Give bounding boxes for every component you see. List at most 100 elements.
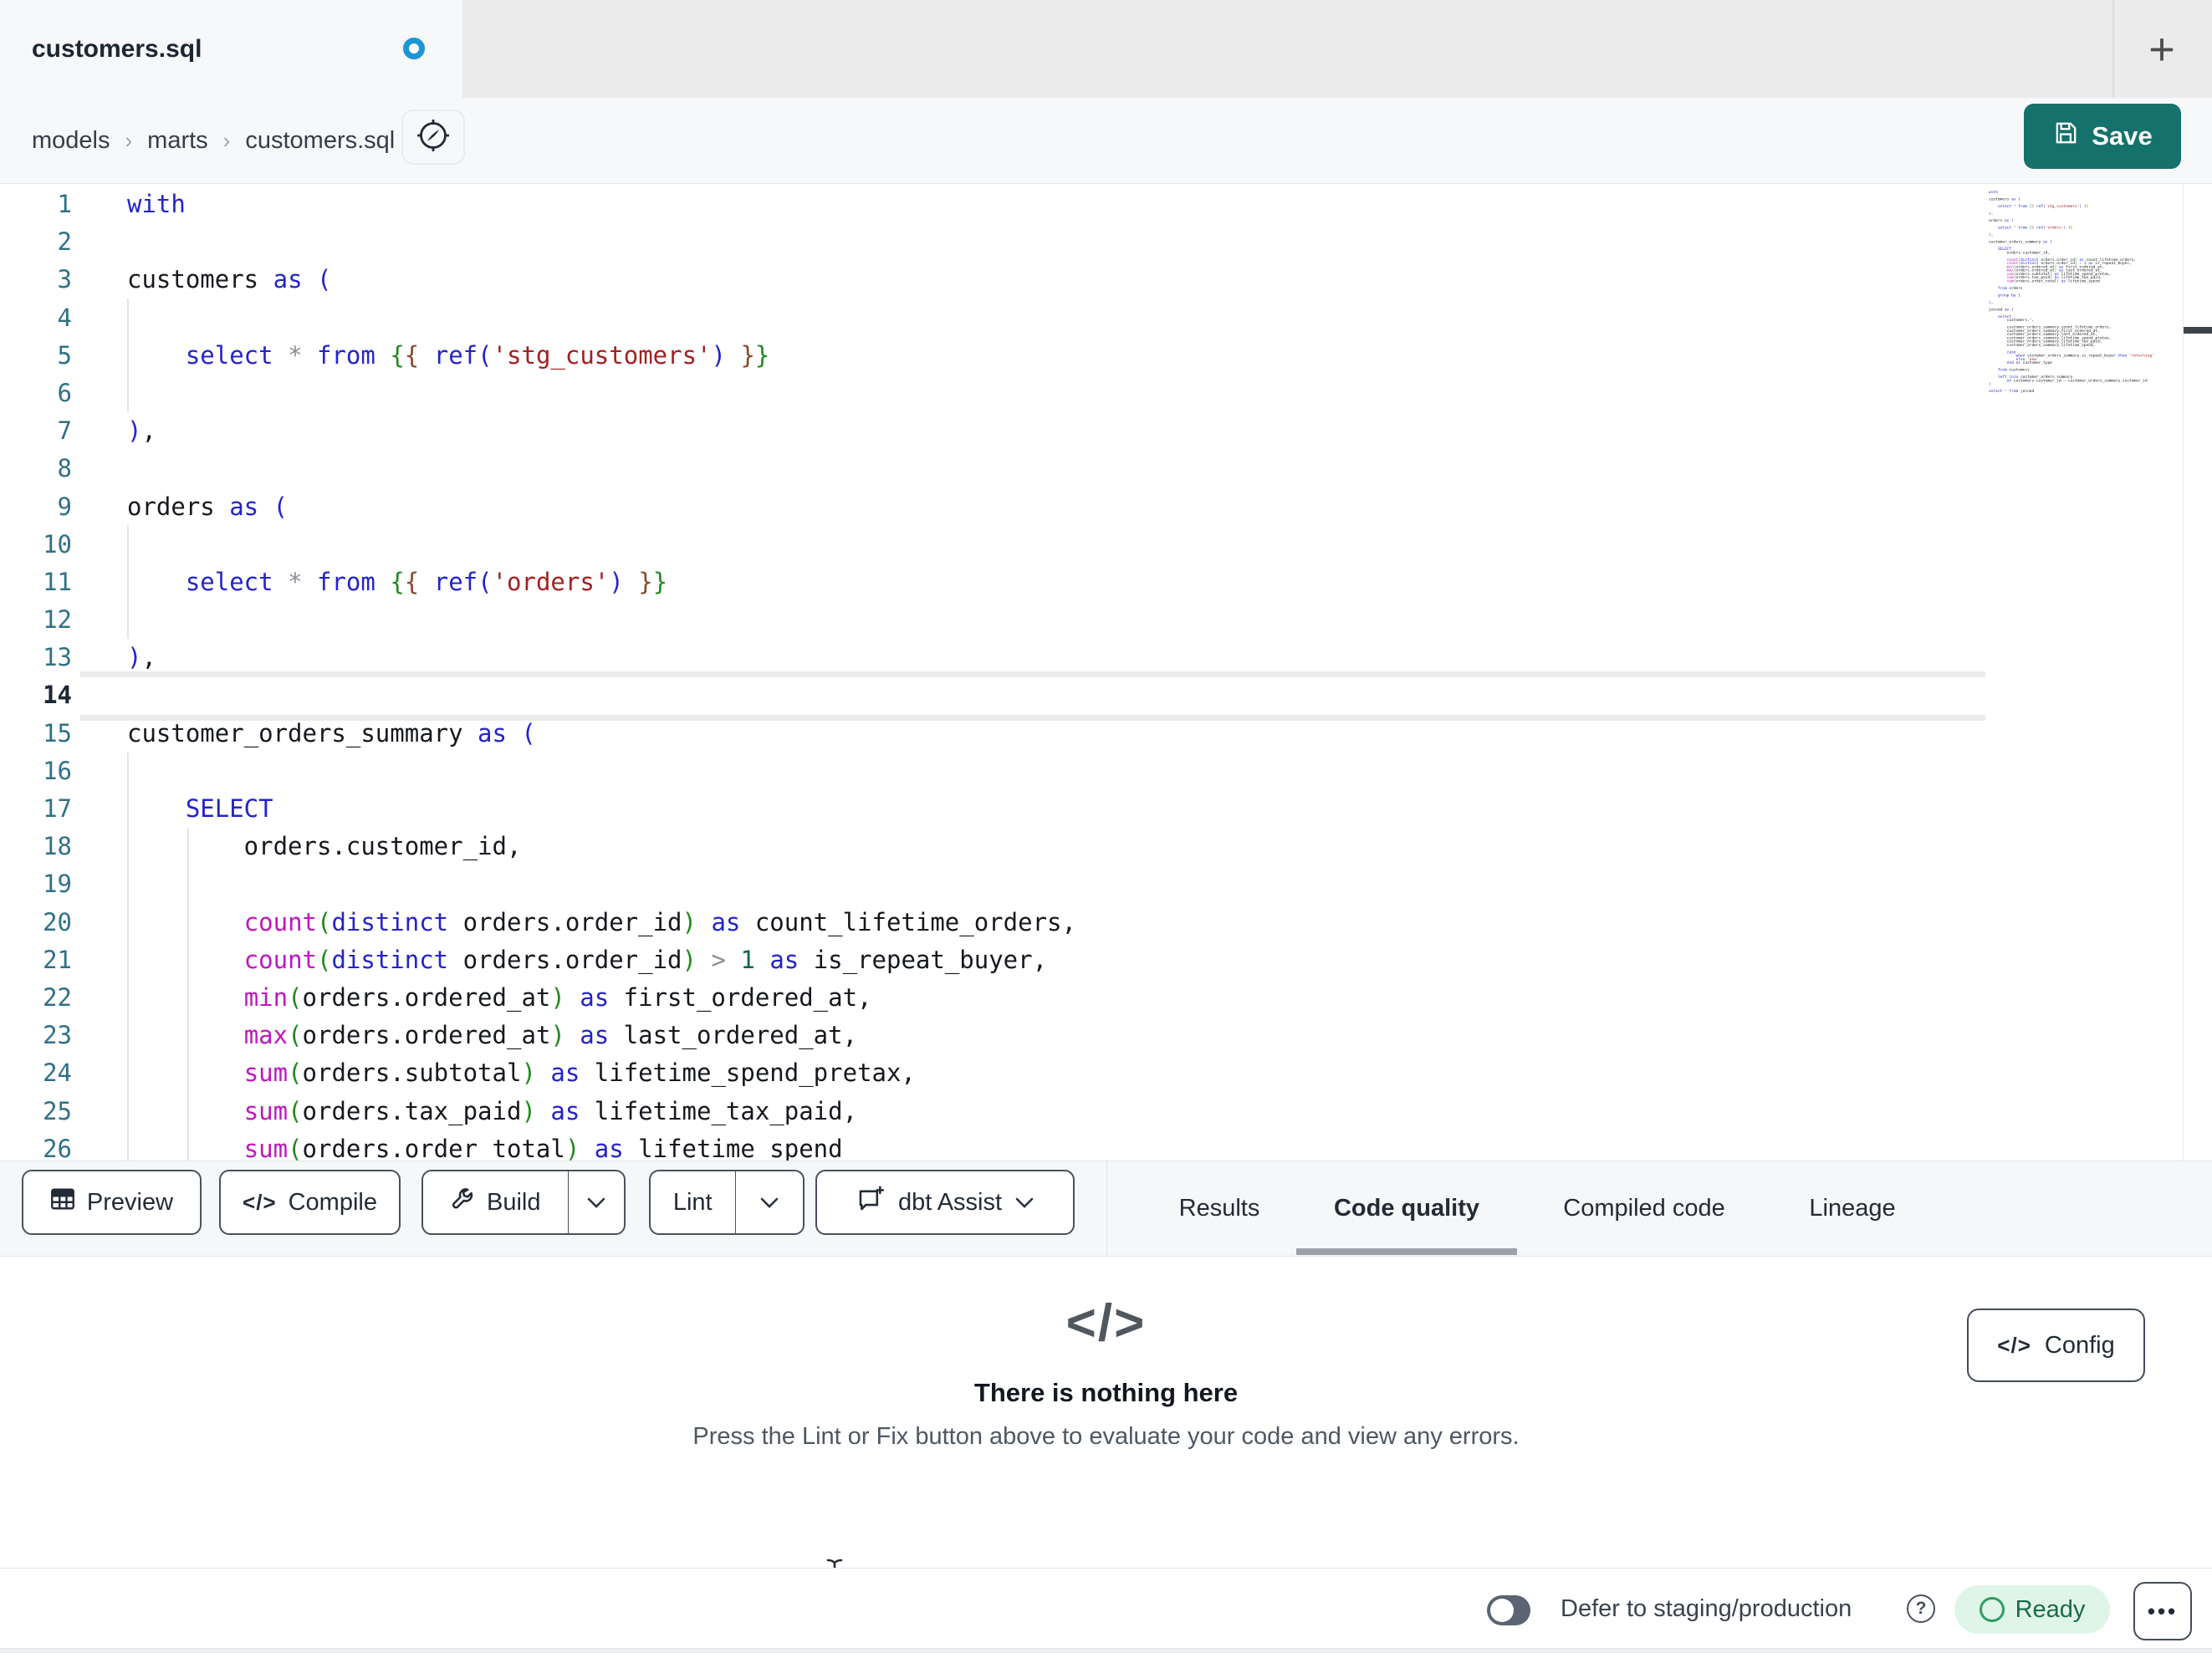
- breadcrumb-models[interactable]: models: [32, 127, 110, 155]
- line-text: [72, 526, 127, 564]
- code-line[interactable]: 10: [0, 526, 2212, 564]
- compile-button[interactable]: </> Compile: [219, 1170, 401, 1235]
- assist-sparkle-chat-icon: [856, 1185, 885, 1220]
- code-line[interactable]: 11 select * from {{ ref('orders') }}: [0, 564, 2212, 601]
- code-icon: </>: [1065, 1294, 1147, 1352]
- code-line[interactable]: 19: [0, 865, 2212, 903]
- line-number: 10: [43, 529, 72, 559]
- code-icon: </>: [1997, 1332, 2031, 1358]
- save-button-label: Save: [2092, 121, 2153, 151]
- line-text: [72, 299, 127, 337]
- navigate-button[interactable]: [401, 110, 465, 165]
- build-button[interactable]: Build: [423, 1171, 568, 1233]
- build-dropdown-button[interactable]: [569, 1171, 624, 1233]
- code-line[interactable]: 6: [0, 375, 2212, 412]
- chevron-right-icon: ›: [222, 127, 231, 153]
- tab-lineage[interactable]: Lineage: [1809, 1161, 1895, 1256]
- code-line[interactable]: 2: [0, 223, 2212, 261]
- code-line[interactable]: 8: [0, 450, 2212, 487]
- line-text: customers as (: [127, 265, 332, 294]
- help-icon[interactable]: ?: [1907, 1594, 1935, 1623]
- code-line[interactable]: 21 count(distinct orders.order_id) > 1 a…: [0, 941, 2212, 979]
- code-line[interactable]: 4: [0, 299, 2212, 337]
- chevron-down-icon: [587, 1197, 605, 1208]
- code-line[interactable]: 23 max(orders.ordered_at) as last_ordere…: [0, 1017, 2212, 1054]
- code-line[interactable]: 9 orders as (: [0, 488, 2212, 526]
- compile-button-label: Compile: [288, 1188, 377, 1216]
- floppy-disk-icon: [2052, 120, 2079, 153]
- line-text: [72, 753, 127, 790]
- breadcrumb-customers-sql: customers.sql: [245, 126, 396, 154]
- defer-toggle[interactable]: [1487, 1595, 1530, 1625]
- build-split-button: Build: [421, 1170, 626, 1235]
- minimap[interactable]: with customers as ( select * from {{ ref…: [1989, 191, 2178, 400]
- code-line[interactable]: 12: [0, 601, 2212, 639]
- preview-button-label: Preview: [86, 1188, 174, 1216]
- code-lines[interactable]: 1 with 2 3 customers as (4 5 select * from {{…: [0, 184, 2212, 1161]
- line-text: orders as (: [127, 492, 289, 521]
- tab-customers-sql[interactable]: customers.sql: [0, 0, 462, 98]
- code-line[interactable]: 22 min(orders.ordered_at) as first_order…: [0, 979, 2212, 1017]
- code-line[interactable]: 14: [0, 676, 2212, 714]
- line-text: customer_orders_summary as (: [127, 718, 536, 747]
- line-text: sum(orders.order_total) as lifetime_spen…: [243, 1134, 843, 1161]
- code-line[interactable]: 24 sum(orders.subtotal) as lifetime_spen…: [0, 1054, 2212, 1092]
- new-tab-button[interactable]: +: [2138, 0, 2186, 98]
- line-number: 7: [57, 416, 72, 446]
- lint-button[interactable]: Lint: [651, 1171, 735, 1233]
- line-text: select * from {{ ref('stg_customers') }}: [185, 340, 770, 370]
- breadcrumb-marts[interactable]: marts: [147, 127, 208, 155]
- line-number: 8: [57, 454, 72, 483]
- lint-dropdown-button[interactable]: [736, 1171, 803, 1233]
- line-number: 9: [57, 492, 72, 521]
- save-button[interactable]: Save: [2024, 104, 2181, 169]
- line-text: max(orders.ordered_at) as last_ordered_a…: [243, 1021, 858, 1050]
- line-text: sum(orders.subtotal) as lifetime_spend_p…: [243, 1059, 916, 1088]
- line-text: [72, 601, 127, 639]
- config-button[interactable]: </> Config: [1967, 1309, 2145, 1382]
- code-editor[interactable]: 1 with 2 3 customers as (4 5 select * from {{…: [0, 184, 2212, 1161]
- dbt-assist-button[interactable]: dbt Assist: [815, 1170, 1075, 1235]
- empty-state: </> There is nothing here Press the Lint…: [0, 1293, 2212, 1451]
- overflow-menu-button[interactable]: •••: [2133, 1582, 2192, 1640]
- status-circle-icon: [1979, 1597, 2005, 1622]
- line-text: [72, 676, 127, 714]
- dbt-assist-label: dbt Assist: [897, 1188, 1003, 1216]
- scrollbar-thumb[interactable]: [2184, 327, 2212, 334]
- code-line[interactable]: 13),: [0, 639, 2212, 676]
- tab-results[interactable]: Results: [1179, 1161, 1260, 1256]
- line-number: 21: [43, 945, 72, 974]
- code-line[interactable]: 20 count(distinct orders.order_id) as co…: [0, 904, 2212, 941]
- tab-title: customers.sql: [32, 34, 202, 63]
- code-line[interactable]: 16: [0, 753, 2212, 790]
- code-line[interactable]: 5 select * from {{ ref('stg_customers') …: [0, 337, 2212, 375]
- chevron-down-icon: [1015, 1197, 1034, 1208]
- line-text: [72, 450, 127, 487]
- line-text: sum(orders.tax_paid) as lifetime_tax_pai…: [243, 1096, 858, 1125]
- preview-button[interactable]: Preview: [22, 1170, 202, 1235]
- line-number: 22: [43, 982, 72, 1012]
- line-number: 20: [43, 907, 72, 936]
- ready-status-badge[interactable]: Ready: [1954, 1585, 2110, 1634]
- line-number: 24: [43, 1059, 72, 1088]
- ready-status-label: Ready: [2015, 1595, 2086, 1623]
- code-line[interactable]: 18 orders.customer_id,: [0, 828, 2212, 865]
- line-number: 17: [43, 794, 72, 823]
- code-line[interactable]: 17 SELECT: [0, 790, 2212, 828]
- line-number: 23: [43, 1021, 72, 1050]
- line-number: 5: [57, 340, 72, 370]
- tab-compiled-code[interactable]: Compiled code: [1563, 1161, 1724, 1256]
- lint-split-button: Lint: [649, 1170, 805, 1235]
- line-text: orders.customer_id,: [127, 832, 522, 861]
- code-line[interactable]: 26 sum(orders.order_total) as lifetime_s…: [0, 1130, 2212, 1161]
- line-number: 16: [43, 756, 72, 785]
- line-number: 12: [43, 605, 72, 635]
- line-number: 13: [43, 643, 72, 672]
- tab-code-quality[interactable]: Code quality: [1334, 1161, 1479, 1256]
- code-line[interactable]: 7),: [0, 412, 2212, 450]
- code-line[interactable]: 3 customers as (: [0, 261, 2212, 298]
- code-line[interactable]: 25 sum(orders.tax_paid) as lifetime_tax_…: [0, 1093, 2212, 1130]
- line-text: [72, 375, 127, 412]
- code-line[interactable]: 1 with: [0, 186, 2212, 223]
- code-line[interactable]: 15 customer_orders_summary as (: [0, 715, 2212, 753]
